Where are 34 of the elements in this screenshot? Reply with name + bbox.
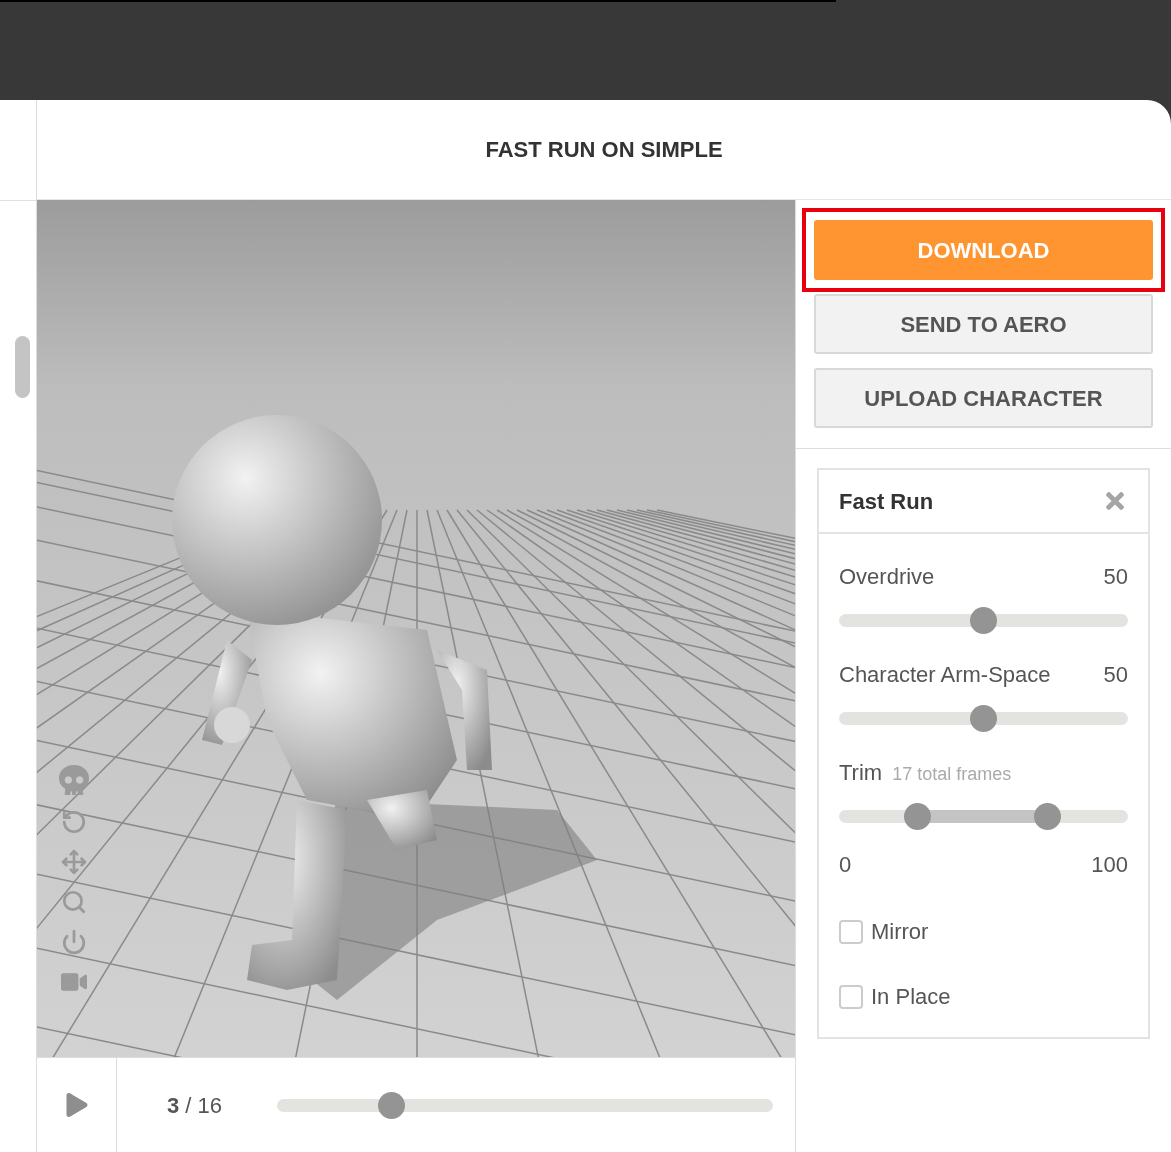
skull-icon[interactable] — [59, 765, 89, 795]
checkbox-label: Mirror — [871, 918, 929, 946]
zoom-icon[interactable] — [61, 889, 87, 915]
slider[interactable] — [839, 705, 1128, 732]
slider-value: 50 — [1103, 563, 1128, 591]
action-button[interactable]: SEND TO AERO — [814, 294, 1153, 354]
rotate-icon[interactable] — [61, 809, 87, 835]
slider-thumb[interactable] — [970, 705, 997, 732]
checkbox-label: In Place — [871, 983, 951, 1011]
frame-count: 17 total frames — [892, 763, 1012, 786]
modal-title: FAST RUN ON SIMPLE — [485, 136, 723, 164]
action-button[interactable]: UPLOAD CHARACTER — [814, 368, 1153, 428]
frame-counter: 3 / 16 — [167, 1091, 224, 1120]
slider[interactable] — [839, 607, 1128, 634]
range-min: 0 — [839, 851, 852, 879]
checkbox[interactable] — [839, 984, 863, 1009]
slider-thumb[interactable] — [1033, 803, 1061, 830]
slider-thumb[interactable] — [903, 803, 931, 830]
card-title: Fast Run — [839, 487, 934, 516]
range-max: 100 — [1091, 851, 1128, 879]
range-slider[interactable] — [839, 803, 1128, 830]
play-icon — [64, 1093, 89, 1117]
slider-thumb[interactable] — [377, 1091, 405, 1119]
move-icon[interactable] — [61, 849, 87, 875]
3d-viewport[interactable] — [37, 200, 795, 1057]
slider-label: Overdrive — [839, 563, 935, 591]
power-icon[interactable] — [61, 929, 87, 955]
timeline-slider[interactable] — [277, 1091, 773, 1119]
slider-thumb[interactable] — [970, 607, 997, 634]
trim-label: Trim — [839, 759, 883, 787]
checkbox[interactable] — [839, 919, 863, 944]
slider-value: 50 — [1103, 661, 1128, 689]
scrollbar-thumb[interactable] — [15, 336, 30, 398]
slider-label: Character Arm-Space — [839, 661, 1051, 689]
